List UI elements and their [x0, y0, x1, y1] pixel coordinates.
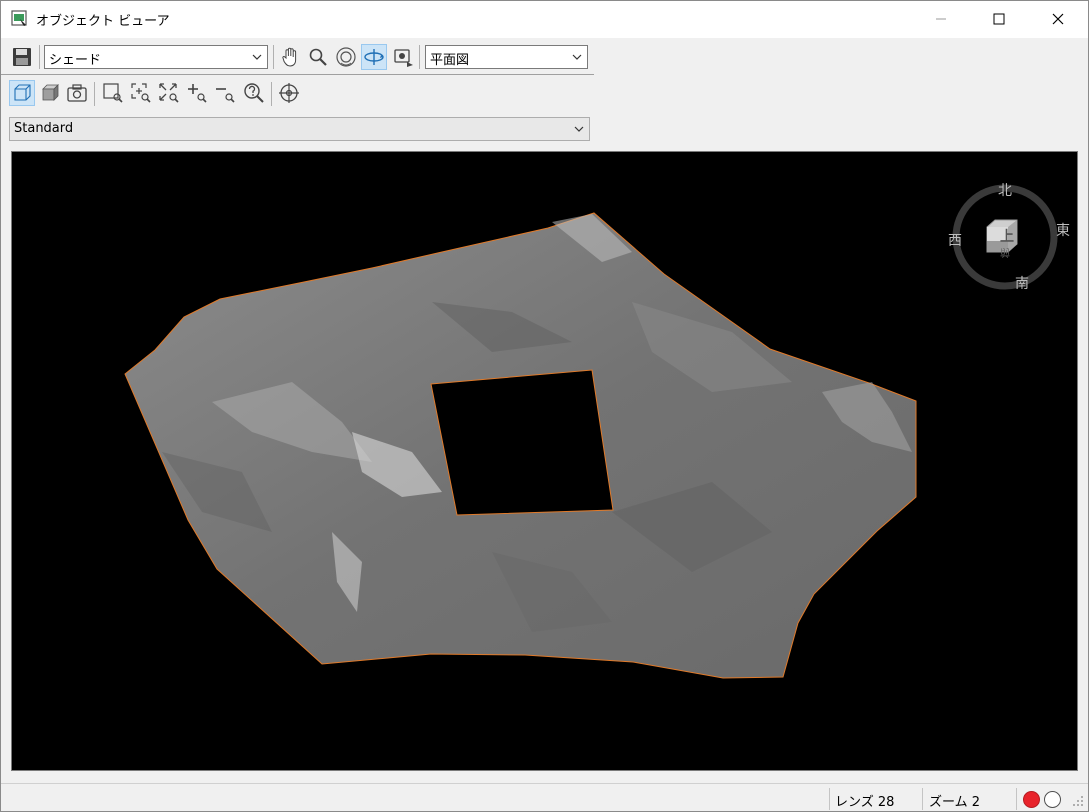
question-magnifier-icon — [244, 83, 264, 103]
pan-button[interactable] — [278, 44, 304, 70]
zoom-help-button[interactable] — [241, 80, 267, 106]
magnifier-icon — [309, 48, 327, 66]
camera-play-button[interactable] — [390, 44, 416, 70]
compass-east-label: 東 — [1056, 223, 1070, 239]
maximize-icon — [993, 13, 1005, 25]
camera-icon — [67, 84, 87, 102]
main-toolbar: シェード 平面図 — [1, 39, 594, 75]
view-cube-front-label: 前 — [1000, 246, 1010, 257]
orbit-target-icon — [336, 47, 356, 67]
view-cube-top-label: 上 — [1000, 229, 1014, 245]
zoom-out-icon — [216, 88, 235, 103]
resize-grip-icon[interactable] — [1071, 794, 1085, 808]
lens-readout: レンズ 28 — [835, 795, 895, 810]
orbit-target-button[interactable] — [333, 44, 359, 70]
close-icon — [1052, 13, 1064, 25]
view-compass[interactable]: 北 南 東 西 上 前 — [942, 182, 1070, 302]
chevron-down-icon — [252, 54, 262, 60]
status-separator — [922, 788, 923, 810]
status-indicator-inactive[interactable] — [1044, 791, 1061, 808]
shading-mode-value: シェード — [49, 53, 102, 68]
rotate-view-button[interactable] — [361, 44, 387, 70]
visual-style-select[interactable]: Standard — [9, 117, 590, 141]
hand-icon — [282, 47, 297, 67]
toolbar-separator — [419, 45, 420, 69]
zoom-selection-button[interactable] — [128, 80, 154, 106]
toolbar-separator — [271, 82, 272, 106]
maximize-button[interactable] — [970, 1, 1028, 37]
save-button[interactable] — [9, 44, 35, 70]
zoom-window-button[interactable] — [100, 80, 126, 106]
title-bar: オブジェクト ビューア — [1, 1, 1088, 38]
status-indicator-active[interactable] — [1023, 791, 1040, 808]
compass-north-label: 北 — [998, 183, 1012, 199]
visual-style-value: Standard — [14, 121, 74, 136]
object-viewer-window: オブジェクト ビューア シェード 平面図 Standard 北 南 東 西 上 … — [0, 0, 1089, 812]
minimize-icon — [936, 18, 946, 20]
zoom-readout: ズーム 2 — [929, 795, 981, 810]
view-toolbar — [1, 76, 594, 112]
target-button[interactable] — [276, 80, 302, 106]
chevron-down-icon — [572, 54, 582, 60]
zoom-extents-button[interactable] — [156, 80, 182, 106]
camera-play-icon — [394, 49, 413, 67]
3d-viewport[interactable]: 北 南 東 西 上 前 — [11, 151, 1078, 771]
wireframe-cube-icon — [14, 84, 31, 101]
zoom-out-button[interactable] — [212, 80, 238, 106]
close-button[interactable] — [1029, 1, 1087, 37]
screenshot-button[interactable] — [64, 80, 90, 106]
crosshair-icon — [279, 83, 299, 103]
status-separator — [1016, 788, 1017, 810]
shading-mode-select[interactable]: シェード — [44, 45, 268, 69]
solid-cube-icon — [42, 84, 59, 101]
solid-shading-button[interactable] — [37, 80, 63, 106]
zoom-in-icon — [188, 84, 207, 103]
floppy-disk-icon — [13, 48, 31, 66]
minimize-button[interactable] — [912, 1, 970, 37]
chevron-down-icon — [574, 126, 584, 132]
wireframe-button[interactable] — [9, 80, 35, 106]
rotate-axis-icon — [364, 49, 384, 65]
zoom-selection-icon — [131, 83, 151, 103]
compass-south-label: 南 — [1015, 276, 1029, 292]
view-direction-value: 平面図 — [430, 53, 470, 68]
terrain-surface — [124, 212, 917, 679]
status-bar: レンズ 28 ズーム 2 — [1, 783, 1088, 811]
zoom-in-button[interactable] — [184, 80, 210, 106]
window-title: オブジェクト ビューア — [36, 14, 170, 29]
zoom-extents-icon — [159, 83, 179, 103]
toolbar-separator — [39, 45, 40, 69]
view-direction-select[interactable]: 平面図 — [425, 45, 588, 69]
compass-west-label: 西 — [948, 233, 962, 249]
toolbar-separator — [273, 45, 274, 69]
zoom-window-icon — [103, 83, 123, 103]
app-icon — [11, 10, 27, 26]
status-separator — [829, 788, 830, 810]
zoom-button[interactable] — [305, 44, 331, 70]
toolbar-separator — [94, 82, 95, 106]
